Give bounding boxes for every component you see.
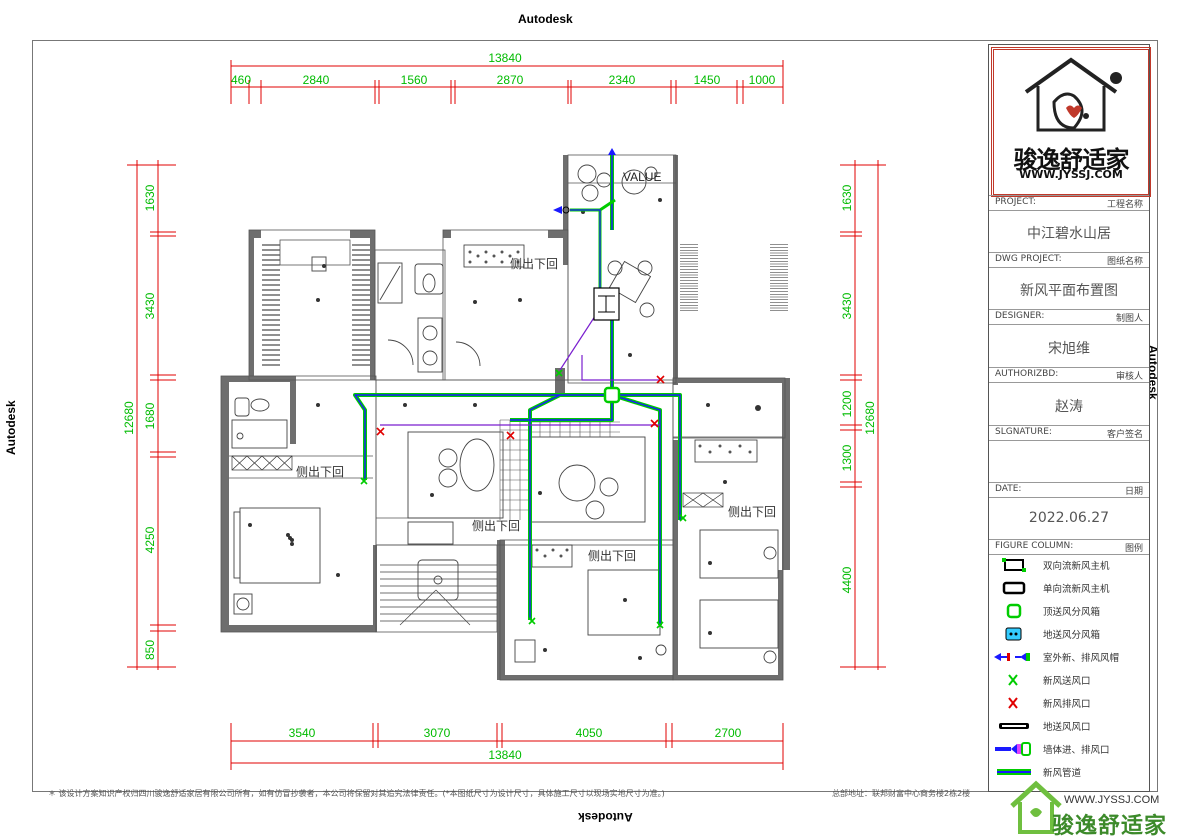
- room-label-4: 侧出下回: [588, 549, 636, 563]
- date-label-cn: 日期: [1124, 487, 1143, 497]
- dim-right-seg-1: 1630: [840, 184, 854, 211]
- top-supply-box-icon: [1006, 603, 1022, 619]
- exhaust-outlet-icon: [1008, 697, 1018, 709]
- dim-bottom-seg-1: 3540: [289, 726, 316, 740]
- dimension-lines: [127, 60, 886, 770]
- signature-label: SLGNATURE:: [995, 427, 1052, 437]
- supply-outlet-icon: [1008, 674, 1018, 686]
- date-value: 2022.06.27: [1028, 510, 1110, 526]
- room-label-1: 侧出下回: [510, 257, 558, 271]
- dwg-label-cn: 图纸名称: [1106, 257, 1143, 267]
- legend-text-9: 墙体进、排风口: [1043, 745, 1110, 756]
- legend-text-3: 顶送风分风箱: [1043, 607, 1101, 618]
- dim-left-seg-3: 1680: [143, 402, 157, 429]
- dim-bottom-total: 13840: [488, 748, 522, 762]
- dwg-value: 新风平面布置图: [1020, 283, 1118, 299]
- legend-row-2: 单向流新风主机: [989, 577, 1149, 600]
- title-block: 骏逸舒适家 WWW.JYSSJ.COM PROJECT: 工程名称 中江碧水山居 …: [988, 44, 1151, 792]
- dim-top-total: 13840: [488, 51, 522, 65]
- supply-outlets: [360, 369, 687, 629]
- dim-bottom-seg-4: 2700: [715, 726, 742, 740]
- dim-top-seg-4: 2870: [497, 73, 524, 87]
- dim-top-seg-3: 1560: [401, 73, 428, 87]
- walls: [221, 155, 790, 680]
- legend-row-3: 顶送风分风箱: [989, 600, 1149, 623]
- dim-top-seg-7: 1000: [749, 73, 776, 87]
- living-room-furniture: [407, 431, 646, 601]
- unidirectional-unit-icon: [1002, 581, 1026, 595]
- legend-row-9: 墙体进、排风口: [989, 738, 1149, 761]
- copyright-note: ＊ 该设计方案知识产权归四川骏逸舒适家居有限公司所有，如有仿冒抄袭者，本公司将保…: [48, 789, 665, 798]
- project-label-cn: 工程名称: [1106, 200, 1143, 210]
- dim-left-total: 12680: [122, 401, 136, 435]
- signature-label-cn: 客户签名: [1106, 430, 1143, 440]
- outdoor-intake-hood-icon: [608, 148, 616, 155]
- dim-top-seg-1: 460: [231, 73, 251, 87]
- dim-top-seg-2: 2840: [303, 73, 330, 87]
- watermark-name: 骏逸舒适家: [1052, 814, 1168, 839]
- bidirectional-unit-icon: [1002, 558, 1026, 572]
- legend-text-2: 单向流新风主机: [1043, 584, 1110, 595]
- valve-label: VALUE: [623, 170, 661, 184]
- dim-top-seg-5: 2340: [609, 73, 636, 87]
- dim-right-seg-2: 3430: [840, 292, 854, 319]
- dim-right-seg-3: 1200: [840, 390, 854, 417]
- floor-supply-box-icon: [1005, 627, 1022, 641]
- dwg-label: DWG PROJECT:: [995, 254, 1062, 264]
- company-logo: 骏逸舒适家 WWW.JYSSJ.COM: [991, 47, 1151, 197]
- legend-text-8: 地送风风口: [1043, 722, 1091, 733]
- dim-left-seg-4: 4250: [143, 526, 157, 553]
- dim-right-seg-5: 4400: [840, 566, 854, 593]
- wall-outlet-icon: [995, 742, 1031, 756]
- supply-distribution-box: [603, 386, 621, 404]
- project-value: 中江碧水山居: [1027, 226, 1111, 242]
- legend-text-6: 新风送风口: [1043, 676, 1091, 687]
- legend-text-7: 新风排风口: [1043, 699, 1091, 710]
- room-label-5: 侧出下回: [728, 505, 776, 519]
- legend-text-5: 室外新、排风风帽: [1043, 653, 1120, 664]
- dim-right-seg-4: 1300: [840, 444, 854, 471]
- designer-value: 宋旭维: [1048, 341, 1090, 357]
- author-label: AUTHORIZBD:: [995, 369, 1059, 379]
- dim-left-seg-1: 1630: [143, 184, 157, 211]
- author-label-cn: 审核人: [1115, 372, 1143, 382]
- watermark-url: WWW.JYSSJ.COM: [1064, 794, 1160, 806]
- legend-row-5: 室外新、排风风帽: [989, 646, 1149, 669]
- dim-top-seg-6: 1450: [694, 73, 721, 87]
- legend-row-6: 新风送风口: [989, 669, 1149, 692]
- figure-label: FIGURE COLUMN:: [995, 541, 1074, 551]
- staircase: [380, 564, 497, 626]
- legend-row-8: 地送风风口: [989, 715, 1149, 738]
- room-label-3: 侧出下回: [472, 519, 520, 533]
- outdoor-hood-icon: [994, 653, 1030, 661]
- dim-bottom-seg-2: 3070: [424, 726, 451, 740]
- author-value: 赵涛: [1055, 399, 1083, 415]
- legend-row-7: 新风排风口: [989, 692, 1149, 715]
- logo-url-text: WWW.JYSSJ.COM: [1019, 168, 1123, 181]
- date-label: DATE:: [995, 484, 1022, 494]
- exhaust-outlets: [376, 375, 665, 440]
- designer-label-cn: 制图人: [1115, 314, 1143, 324]
- legend-row-1: 双向流新风主机: [989, 554, 1149, 577]
- dim-bottom-seg-3: 4050: [576, 726, 603, 740]
- project-label: PROJECT:: [995, 197, 1036, 207]
- dim-left-seg-5: 850: [143, 640, 157, 660]
- dim-left-seg-2: 3430: [143, 292, 157, 319]
- legend-text-1: 双向流新风主机: [1043, 561, 1110, 572]
- legend-text-4: 地送风分风箱: [1043, 630, 1101, 641]
- outdoor-exhaust-hood-icon: [553, 206, 562, 214]
- legend-row-4: 地送风分风箱: [989, 623, 1149, 646]
- brand-watermark: WWW.JYSSJ.COM 骏逸舒适家: [1006, 776, 1182, 839]
- designer-label: DESIGNER:: [995, 311, 1045, 321]
- floor-outlet-icon: [999, 723, 1029, 729]
- room-label-2: 侧出下回: [296, 465, 344, 479]
- figure-label-cn: 图例: [1124, 544, 1143, 554]
- dim-right-total: 12680: [863, 401, 877, 435]
- company-address: 总部地址：联邦财富中心商务楼2栋2楼: [832, 789, 971, 798]
